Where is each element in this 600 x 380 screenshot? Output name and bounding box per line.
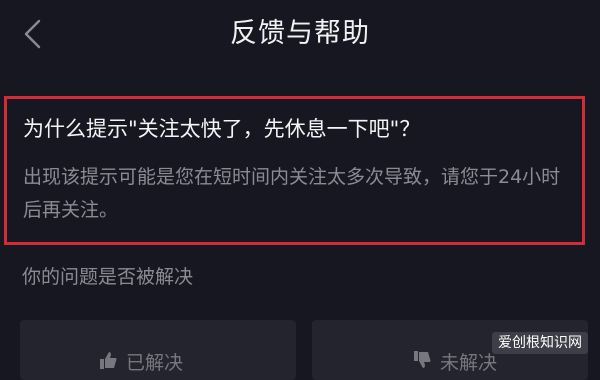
- watermark: 爱创根知识网: [492, 332, 588, 354]
- faq-card: 为什么提示"关注太快了，先休息一下吧"？ 出现该提示可能是您在短时间内关注太多次…: [4, 96, 585, 245]
- unresolved-label: 未解决: [440, 352, 498, 374]
- resolved-prompt: 你的问题是否被解决: [22, 266, 194, 288]
- page-title: 反馈与帮助: [230, 18, 370, 49]
- faq-question: 为什么提示"关注太快了，先休息一下吧"？: [23, 117, 421, 141]
- resolved-label: 已解决: [126, 352, 184, 374]
- nav-bar: 反馈与帮助: [0, 0, 600, 70]
- resolved-button[interactable]: 已解决: [20, 320, 296, 380]
- faq-answer: 出现该提示可能是您在短时间内关注太多次导致，请您于24小时后再关注。: [23, 166, 561, 221]
- thumbs-down-icon: [414, 351, 431, 368]
- thumbs-up-icon: [100, 352, 117, 369]
